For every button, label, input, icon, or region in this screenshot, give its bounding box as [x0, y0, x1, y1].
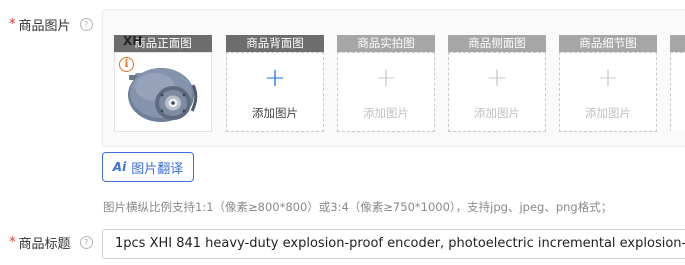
- add-image-text: 添加图片: [252, 106, 298, 120]
- add-detail-image-button[interactable]: + 添加图片: [559, 52, 657, 132]
- add-side-image-button[interactable]: + 添加图片: [448, 52, 546, 132]
- slot-side-image[interactable]: 商品侧面图 + 添加图片: [448, 35, 546, 132]
- help-icon[interactable]: ?: [79, 18, 93, 31]
- slot-detail-image[interactable]: 商品细节图 + 添加图片: [559, 35, 657, 132]
- slot-back-image[interactable]: 商品背面图 + 添加图片: [226, 35, 324, 132]
- required-mark: *: [9, 17, 16, 32]
- add-real-shot-image-button[interactable]: + 添加图片: [337, 52, 435, 132]
- add-image-text: 添加图片: [585, 106, 631, 120]
- product-title-label: * 商品标题 ?: [9, 233, 93, 252]
- product-title-label-text: 商品标题: [18, 237, 71, 252]
- add-back-image-button[interactable]: + 添加图片: [226, 52, 324, 132]
- slot-front-image[interactable]: 商品正面图: [114, 35, 212, 132]
- slot-more-partial: [670, 35, 685, 131]
- warning-info-icon[interactable]: i: [119, 57, 134, 72]
- slot-side-image-label: 商品侧面图: [448, 35, 546, 52]
- help-icon[interactable]: ?: [79, 236, 93, 249]
- slot-more-partial-head: [670, 35, 685, 52]
- add-image-text: 添加图片: [363, 106, 409, 120]
- image-translate-label: 图片翻译: [131, 161, 184, 177]
- image-format-hint: 图片横纵比例支持1:1（像素≥800*800）或3:4（像素≥750*1000）…: [103, 200, 613, 214]
- slot-back-image-label: 商品背面图: [226, 35, 324, 52]
- required-mark: *: [9, 235, 16, 250]
- plus-icon: +: [264, 63, 286, 93]
- plus-icon: +: [486, 63, 508, 93]
- plus-icon: +: [375, 63, 397, 93]
- slot-detail-image-label: 商品细节图: [559, 35, 657, 52]
- image-translate-button[interactable]: Ai 图片翻译: [102, 152, 194, 182]
- ai-icon: Ai: [112, 160, 127, 174]
- slot-more-partial-box: [670, 52, 685, 131]
- slot-real-shot-image[interactable]: 商品实拍图 + 添加图片: [337, 35, 435, 132]
- product-title-input[interactable]: 1pcs XHI 841 heavy-duty explosion-proof …: [102, 229, 685, 259]
- product-images-label-text: 商品图片: [18, 19, 71, 34]
- slot-real-shot-image-label: 商品实拍图: [337, 35, 435, 52]
- product-images-label: * 商品图片 ?: [9, 15, 93, 34]
- plus-icon: +: [597, 63, 619, 93]
- add-image-text: 添加图片: [474, 106, 520, 120]
- image-overlay-text: XH: [123, 34, 143, 48]
